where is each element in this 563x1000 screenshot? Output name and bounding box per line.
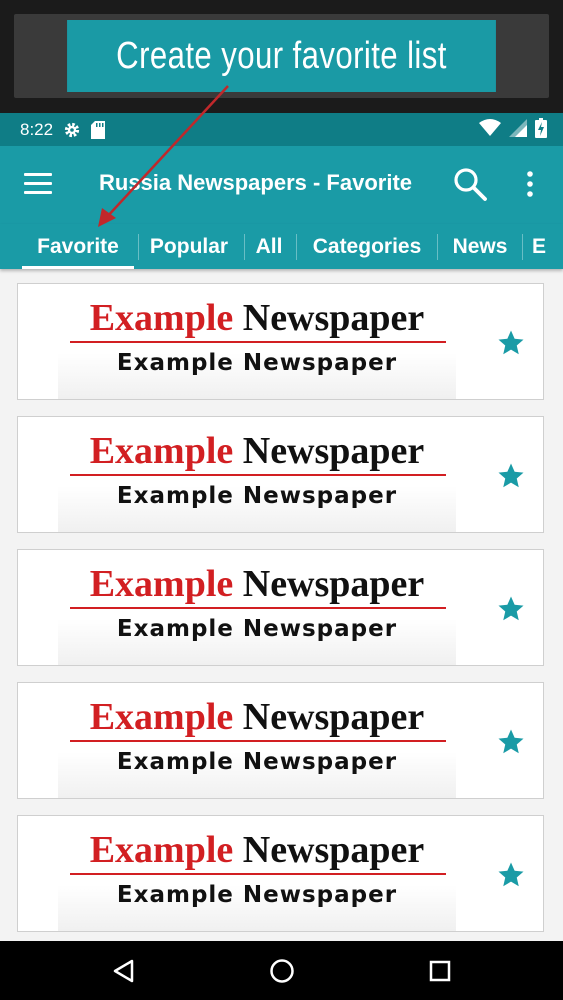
newspaper-card[interactable]: Example Newspaper Example Newspaper xyxy=(17,283,544,400)
favorite-star-icon[interactable] xyxy=(496,461,526,491)
tab-popular[interactable]: Popular xyxy=(140,224,238,269)
newspaper-logo: Example Newspaper Example Newspaper xyxy=(58,417,456,532)
logo-red-text: Example xyxy=(89,297,234,339)
newspaper-logo: Example Newspaper Example Newspaper xyxy=(58,683,456,798)
battery-charging-icon xyxy=(535,117,547,142)
cell-signal-icon xyxy=(509,118,527,141)
system-nav-bar xyxy=(0,941,563,1000)
favorite-star-icon[interactable] xyxy=(496,594,526,624)
tab-partial[interactable]: E xyxy=(526,224,562,269)
status-time: 8:22 xyxy=(20,119,54,139)
logo-red-text: Example xyxy=(89,563,234,605)
logo-black-text: Newspaper xyxy=(242,563,425,605)
more-vert-icon[interactable] xyxy=(520,168,540,202)
tab-favorite[interactable]: Favorite xyxy=(22,224,134,269)
wifi-icon xyxy=(479,118,501,141)
logo-black-text: Newspaper xyxy=(242,829,425,871)
newspaper-subtitle: Example Newspaper xyxy=(116,616,398,642)
newspaper-subtitle: Example Newspaper xyxy=(116,350,398,376)
newspaper-subtitle: Example Newspaper xyxy=(116,882,398,908)
home-icon[interactable] xyxy=(266,955,298,987)
newspaper-card[interactable]: Example Newspaper Example Newspaper xyxy=(17,549,544,666)
gear-icon xyxy=(63,121,81,139)
toolbar-title: Russia Newspapers - Favorite xyxy=(99,170,413,195)
back-icon[interactable] xyxy=(108,955,140,987)
newspaper-card[interactable]: Example Newspaper Example Newspaper xyxy=(17,416,544,533)
logo-black-text: Newspaper xyxy=(242,297,425,339)
newspaper-logo: Example Newspaper Example Newspaper xyxy=(58,284,456,399)
promo-text: Create your favorite list xyxy=(67,20,496,92)
favorite-star-icon[interactable] xyxy=(496,727,526,757)
tab-all[interactable]: All xyxy=(246,224,292,269)
logo-black-text: Newspaper xyxy=(242,430,425,472)
tab-bar: Favorite Popular All Categories News E xyxy=(0,224,563,269)
newspaper-subtitle: Example Newspaper xyxy=(116,749,398,775)
newspaper-subtitle: Example Newspaper xyxy=(116,483,398,509)
favorite-star-icon[interactable] xyxy=(496,328,526,358)
selected-tab-indicator xyxy=(22,266,134,269)
newspaper-logo: Example Newspaper Example Newspaper xyxy=(58,816,456,931)
tab-categories[interactable]: Categories xyxy=(298,224,436,269)
newspaper-logo: Example Newspaper Example Newspaper xyxy=(58,550,456,665)
promo-banner: Create your favorite list xyxy=(14,14,549,98)
recents-icon[interactable] xyxy=(424,955,456,987)
hamburger-menu-icon[interactable] xyxy=(24,173,52,195)
sd-card-icon xyxy=(91,120,106,139)
logo-red-text: Example xyxy=(89,696,234,738)
favorites-list: Example Newspaper Example Newspaper Exam… xyxy=(0,269,563,941)
newspaper-card[interactable]: Example Newspaper Example Newspaper xyxy=(17,815,544,932)
status-bar: 8:22 xyxy=(0,113,563,146)
logo-black-text: Newspaper xyxy=(242,696,425,738)
search-icon[interactable] xyxy=(452,166,488,202)
app-toolbar: Russia Newspapers - Favorite xyxy=(0,146,563,224)
logo-red-text: Example xyxy=(89,430,234,472)
tab-news[interactable]: News xyxy=(440,224,520,269)
newspaper-card[interactable]: Example Newspaper Example Newspaper xyxy=(17,682,544,799)
favorite-star-icon[interactable] xyxy=(496,860,526,890)
logo-red-text: Example xyxy=(89,829,234,871)
